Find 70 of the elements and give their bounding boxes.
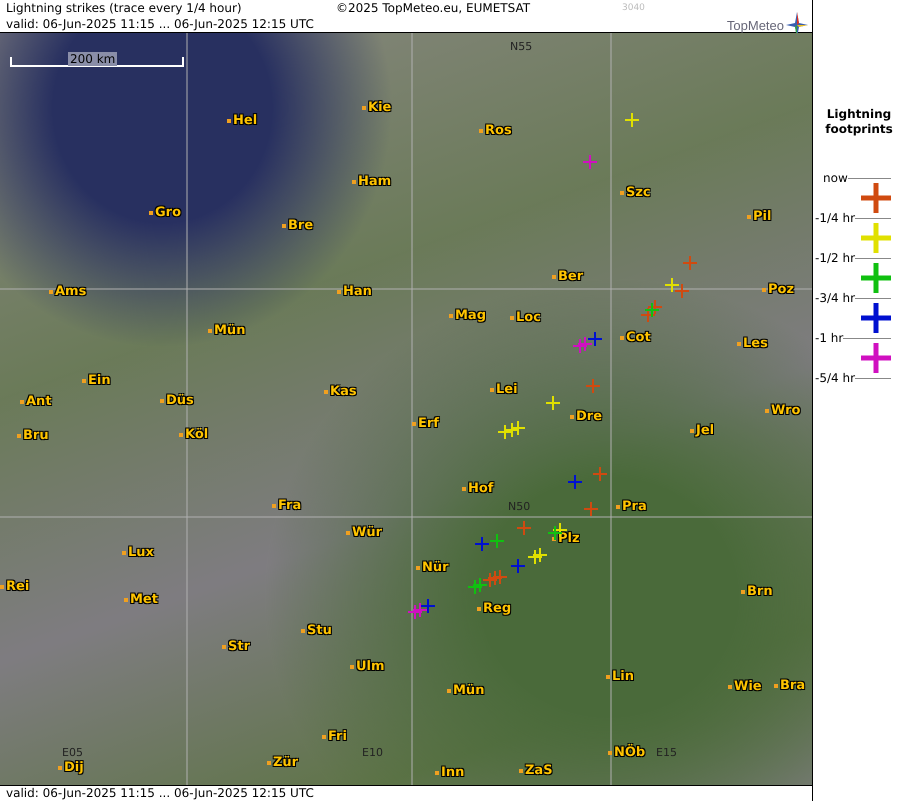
map-title: Lightning strikes (trace every 1/4 hour) <box>6 1 243 15</box>
city-label: Nür <box>422 560 449 575</box>
copyright-text: ©2025 TopMeteo.eu, EUMETSAT <box>336 1 532 15</box>
city-label: Gro <box>155 205 182 220</box>
time-label: -3/4 hr <box>814 291 855 305</box>
city-label: Pil <box>753 209 772 224</box>
city-label: Mag <box>455 308 486 323</box>
city-label: Reg <box>483 601 512 616</box>
time-label: -5/4 hr <box>814 371 855 385</box>
city-label: Mün <box>453 683 484 698</box>
grid-label: N55 <box>510 40 532 53</box>
city-label: Hel <box>233 113 258 128</box>
time-label: -1 hr <box>814 331 844 345</box>
logo-text: TopMeteo <box>726 18 784 32</box>
city-label: Stu <box>307 623 332 638</box>
city-label: Bru <box>23 428 49 443</box>
city-label: Kie <box>368 100 392 115</box>
city-label: Dij <box>64 760 84 775</box>
city-label: Wro <box>771 403 800 418</box>
city-label: Mün <box>214 323 246 338</box>
image-code: 3040 <box>622 3 645 13</box>
city-label: Zür <box>273 755 298 770</box>
city-label: Bra <box>780 678 806 693</box>
city-label: Fri <box>328 729 347 744</box>
valid-time-text: valid: 06-Jun-2025 11:15 ... 06-Jun-2025 12:15 UTC <box>6 17 314 31</box>
city-label: Met <box>130 592 158 607</box>
grid-label: E15 <box>656 746 677 759</box>
city-label: ZaS <box>525 763 553 778</box>
city-label: Inn <box>441 765 464 780</box>
city-label: Str <box>228 639 250 654</box>
city-label: Kas <box>330 384 357 399</box>
city-label: Ams <box>55 284 86 299</box>
city-label: Düs <box>166 393 194 408</box>
city-label: Pra <box>622 499 647 514</box>
city-label: Ham <box>358 174 392 189</box>
city-label: NÖb <box>614 745 646 760</box>
city-label: Les <box>743 336 768 351</box>
city-label: Erf <box>418 416 439 431</box>
grid-label: N50 <box>508 500 530 513</box>
city-label: Lux <box>128 545 154 560</box>
city-label: Ant <box>26 394 52 409</box>
time-label: -1/4 hr <box>814 211 855 225</box>
city-label: Plz <box>558 531 580 546</box>
grid-label: E05 <box>62 746 83 759</box>
city-label: Lei <box>496 382 518 397</box>
city-label: Szc <box>626 185 651 200</box>
city-label: Poz <box>768 282 794 297</box>
city-label: Ros <box>485 123 512 138</box>
city-label: Dre <box>576 409 602 424</box>
valid-time-text: valid: 06-Jun-2025 11:15 ... 06-Jun-2025 12:15 UTC <box>6 786 314 800</box>
city-label: Hof <box>468 481 494 496</box>
city-label: Bre <box>288 218 314 233</box>
time-label: now <box>822 171 848 185</box>
city-label: Wür <box>352 525 382 540</box>
city-label: Jel <box>696 423 714 438</box>
city-label: Wie <box>734 679 762 694</box>
scale-label: 200 km <box>68 52 118 66</box>
city-label: Köl <box>185 427 208 442</box>
city-label: Loc <box>516 310 541 325</box>
city-label: Ein <box>88 373 111 388</box>
legend-title: Lightning footprints <box>824 107 894 137</box>
city-label: Lin <box>612 669 634 684</box>
city-label: Cot <box>626 330 651 345</box>
city-label: Brn <box>747 584 773 599</box>
city-label: Ber <box>558 269 584 284</box>
time-label: -1/2 hr <box>814 251 855 265</box>
city-label: Fra <box>278 498 302 513</box>
city-label: Ulm <box>356 659 385 674</box>
city-label: Rei <box>6 579 30 594</box>
grid-label: E10 <box>362 746 383 759</box>
